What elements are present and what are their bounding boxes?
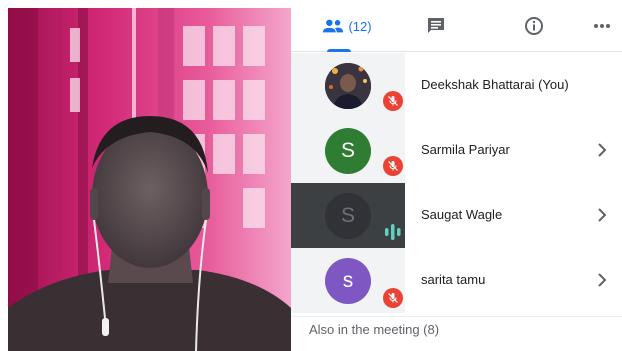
chat-icon	[428, 18, 444, 33]
tab-people[interactable]: (12)	[317, 0, 377, 52]
participant-name: Sarmila Pariyar	[421, 142, 510, 157]
avatar-initial: S	[340, 204, 355, 227]
muted-badge	[383, 288, 403, 308]
tab-info[interactable]	[517, 0, 551, 52]
participant-row[interactable]: S Saugat Wagle	[291, 183, 622, 248]
info-icon	[525, 17, 543, 35]
more-options-button[interactable]	[587, 0, 617, 52]
avatar: S	[325, 128, 371, 174]
mic-off-icon	[388, 161, 398, 171]
more-horizontal-icon	[594, 24, 610, 28]
participant-name: Saugat Wagle	[421, 207, 503, 222]
people-icon	[323, 19, 344, 33]
avatar: S	[325, 193, 371, 239]
speaking-indicator	[383, 223, 403, 241]
chevron-right-icon[interactable]	[595, 207, 609, 223]
participant-row[interactable]: s sarita tamu	[291, 248, 622, 313]
participant-row[interactable]: S Sarmila Pariyar	[291, 118, 622, 183]
also-in-meeting-heading: Also in the meeting (8)	[309, 322, 440, 337]
tab-chat[interactable]	[419, 0, 453, 52]
section-divider	[291, 316, 622, 317]
avatar-initial: s	[342, 269, 354, 292]
chevron-right-icon[interactable]	[595, 272, 609, 288]
mic-off-icon	[388, 293, 398, 303]
avatar-initial: S	[340, 139, 355, 162]
participant-row[interactable]: Deekshak Bhattarai (You)	[291, 53, 622, 118]
self-video-tile[interactable]	[8, 8, 291, 351]
muted-badge	[383, 91, 403, 111]
muted-badge	[383, 156, 403, 176]
participant-name: sarita tamu	[421, 272, 486, 287]
avatar-photo	[325, 63, 371, 109]
participants-panel: (12) Deekshak Bhattarai (You) S Sarmila …	[291, 0, 622, 351]
mic-off-icon	[388, 96, 398, 106]
panel-tabs: (12)	[291, 0, 622, 52]
participant-name: Deekshak Bhattarai (You)	[421, 77, 569, 92]
video-frame	[8, 8, 291, 351]
chevron-right-icon[interactable]	[595, 142, 609, 158]
active-tab-indicator	[327, 49, 351, 52]
avatar: s	[325, 258, 371, 304]
avatar	[325, 63, 371, 109]
people-count: (12)	[348, 18, 372, 34]
audio-level-icon	[385, 224, 401, 240]
